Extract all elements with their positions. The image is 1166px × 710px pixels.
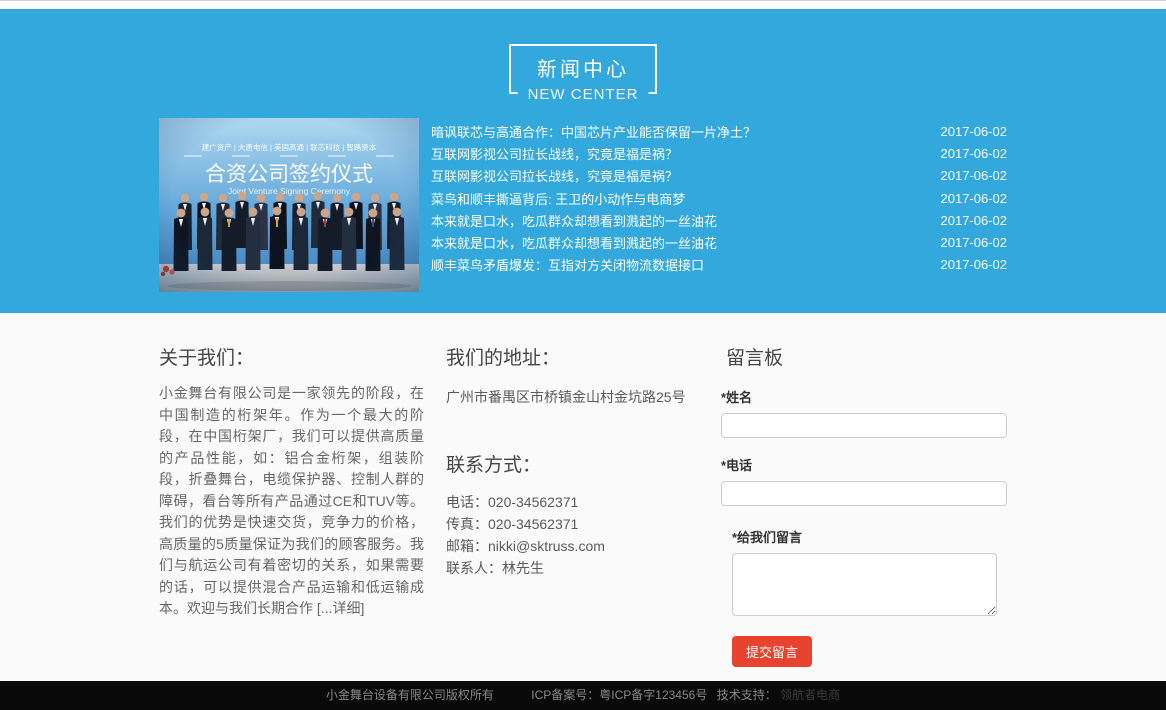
news-item: 暗讽联芯与高通合作：中国芯片产业能否保留一片净土？ 2017-06-02 (431, 120, 1007, 142)
footer-support-label: 技术支持： (717, 688, 777, 702)
news-item-date: 2017-06-02 (941, 124, 1008, 139)
message-label: *给我们留言 (732, 527, 1007, 546)
news-item: 互联网影视公司拉长战线，究竟是福是祸？ 2017-06-02 (431, 142, 1007, 164)
name-label: *姓名 (721, 387, 1007, 406)
page-top-gap (0, 1, 1166, 9)
news-item-date: 2017-06-02 (941, 257, 1008, 272)
news-item-link[interactable]: 暗讽联芯与高通合作：中国芯片产业能否保留一片净土？ (431, 122, 756, 141)
about-text: 小金舞台有限公司是一家领先的阶段，在中国制造的桁架年。作为一个最大的阶段，在中国… (159, 383, 424, 620)
news-item-date: 2017-06-02 (941, 213, 1008, 228)
message-board-column: 留言板 *姓名 *电话 *给我们留言 提交留言 (721, 343, 1007, 667)
about-more-link[interactable]: [...详细] (317, 600, 364, 616)
contact-column: 我们的地址： 广州市番禺区市桥镇金山村金坑路25号 联系方式： 电话：020-3… (446, 343, 699, 667)
news-item-date: 2017-06-02 (941, 235, 1008, 250)
footer: 小金舞台设备有限公司版权所有 ICP备案号：粤ICP备字123456号 技术支持… (0, 681, 1166, 710)
news-item-link[interactable]: 顺丰菜鸟矛盾爆发：互指对方关闭物流数据接口 (431, 255, 704, 274)
message-board-heading: 留言板 (726, 343, 1007, 370)
about-body-text: 小金舞台有限公司是一家领先的阶段，在中国制造的桁架年。作为一个最大的阶段，在中国… (159, 385, 424, 616)
address-text: 广州市番禺区市桥镇金山村金坑路25号 (446, 386, 699, 408)
address-heading: 我们的地址： (446, 343, 699, 370)
news-item-date: 2017-06-02 (941, 146, 1008, 161)
news-item: 本来就是口水，吃瓜群众却想看到溅起的一丝油花 2017-06-02 (431, 231, 1007, 253)
news-item-link[interactable]: 本来就是口水，吃瓜群众却想看到溅起的一丝油花 (431, 211, 717, 230)
news-item: 顺丰菜鸟矛盾爆发：互指对方关闭物流数据接口 2017-06-02 (431, 254, 1007, 276)
news-item-link[interactable]: 互联网影视公司拉长战线，究竟是福是祸？ (431, 144, 678, 163)
news-list: 暗讽联芯与高通合作：中国芯片产业能否保留一片净土？ 2017-06-02 互联网… (431, 118, 1007, 292)
about-column: 关于我们： 小金舞台有限公司是一家领先的阶段，在中国制造的桁架年。作为一个最大的… (159, 343, 424, 667)
photo-vignette (159, 118, 419, 292)
footer-icp: ICP备案号：粤ICP备字123456号 (531, 688, 707, 702)
section-title-en: NEW CENTER (518, 86, 649, 103)
news-item: 菜鸟和顺丰撕逼背后: 王卫的小动作与电商梦 2017-06-02 (431, 187, 1007, 209)
news-section: 新闻中心 NEW CENTER (0, 9, 1166, 313)
contact-phone: 电话：020-34562371 (446, 491, 699, 513)
message-field-group: *给我们留言 (732, 527, 1007, 621)
phone-input[interactable] (721, 481, 1007, 506)
news-photo[interactable]: 建广资产 | 大唐电信 | 美国高通 | 联芯科技 | 智路资本 合资公司签约仪… (159, 118, 419, 292)
news-item-link[interactable]: 菜鸟和顺丰撕逼背后: 王卫的小动作与电商梦 (431, 189, 685, 208)
name-input[interactable] (721, 413, 1007, 438)
news-content: 建广资产 | 大唐电信 | 美国高通 | 联芯科技 | 智路资本 合资公司签约仪… (159, 118, 1007, 292)
contact-email: 邮箱：nikki@sktruss.com (446, 535, 699, 557)
phone-label: *电话 (721, 455, 1007, 474)
contact-lines: 电话：020-34562371 传真：020-34562371 邮箱：nikki… (446, 491, 699, 579)
news-item-link[interactable]: 本来就是口水，吃瓜群众却想看到溅起的一丝油花 (431, 233, 717, 252)
phone-field-group: *电话 (721, 455, 1007, 506)
message-textarea[interactable] (732, 553, 997, 616)
news-item: 互联网影视公司拉长战线，究竟是福是祸？ 2017-06-02 (431, 165, 1007, 187)
name-field-group: *姓名 (721, 387, 1007, 438)
footer-copyright: 小金舞台设备有限公司版权所有 (326, 688, 494, 702)
news-item-date: 2017-06-02 (941, 191, 1008, 206)
contact-heading: 联系方式： (446, 450, 699, 477)
contact-person: 联系人：林先生 (446, 557, 699, 579)
submit-message-button[interactable]: 提交留言 (732, 636, 812, 667)
section-title-cn: 新闻中心 (537, 53, 629, 82)
news-item-link[interactable]: 互联网影视公司拉长战线，究竟是福是祸？ (431, 166, 678, 185)
about-heading: 关于我们： (159, 343, 424, 370)
news-item: 本来就是口水，吃瓜群众却想看到溅起的一丝油花 2017-06-02 (431, 209, 1007, 231)
footer-support-link[interactable]: 领航者电商 (780, 688, 840, 702)
contact-fax: 传真：020-34562371 (446, 513, 699, 535)
info-section: 关于我们： 小金舞台有限公司是一家领先的阶段，在中国制造的桁架年。作为一个最大的… (0, 313, 1166, 681)
news-item-date: 2017-06-02 (941, 168, 1008, 183)
section-title-box: 新闻中心 NEW CENTER (509, 44, 657, 94)
